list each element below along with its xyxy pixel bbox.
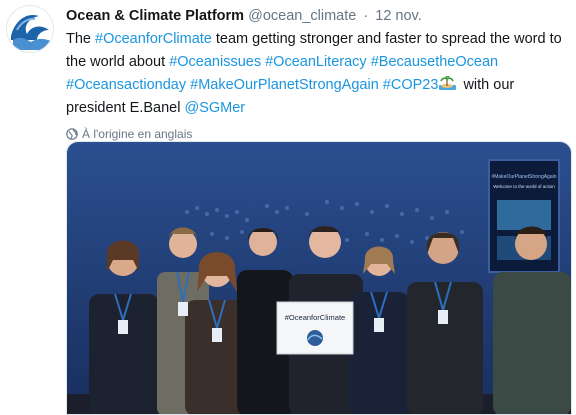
- hashtag-sign: #OceanforClimate: [276, 301, 354, 355]
- tweet[interactable]: Ocean & Climate Platform @ocean_climate …: [0, 0, 576, 415]
- hashtag-link[interactable]: #MakeOurPlanetStrongAgain: [190, 77, 379, 93]
- author-name[interactable]: Ocean & Climate Platform: [66, 8, 244, 24]
- island-emoji-icon: [439, 76, 457, 90]
- text-segment: The: [66, 31, 96, 47]
- tweet-date[interactable]: 12 nov.: [375, 8, 422, 24]
- hashtag-link[interactable]: #OceanLiteracy: [265, 54, 367, 70]
- globe-icon: [66, 128, 78, 140]
- sign-text: #OceanforClimate: [285, 313, 345, 322]
- hashtag-link[interactable]: #COP23: [383, 77, 439, 93]
- tweet-text: The #OceanforClimate team getting strong…: [66, 28, 572, 120]
- hashtag-link[interactable]: #BecausetheOcean: [371, 54, 498, 70]
- group-photo: #MakeOurPlanetStrongAgain Welcome to the…: [67, 142, 571, 414]
- avatar[interactable]: [6, 5, 54, 53]
- screen-title: #MakeOurPlanetStrongAgain: [491, 174, 556, 180]
- translate-label: À l'origine en anglais: [82, 127, 193, 141]
- tweet-content: Ocean & Climate Platform @ocean_climate …: [66, 6, 572, 142]
- mention-link[interactable]: @SGMer: [185, 100, 246, 116]
- hashtag-link[interactable]: #Oceanissues: [169, 54, 261, 70]
- tweet-header: Ocean & Climate Platform @ocean_climate …: [66, 6, 572, 26]
- wave-logo-icon: [7, 6, 53, 52]
- screen-image: [497, 200, 551, 230]
- translate-link[interactable]: À l'origine en anglais: [66, 126, 572, 142]
- tweet-photo[interactable]: #MakeOurPlanetStrongAgain Welcome to the…: [66, 141, 572, 415]
- hashtag-link[interactable]: #OceanforClimate: [95, 31, 212, 47]
- hashtag-link[interactable]: #Oceansactionday: [66, 77, 186, 93]
- separator-dot: ·: [363, 8, 369, 24]
- screen-caption: Welcome to the world of action: [493, 184, 555, 189]
- author-handle[interactable]: @ocean_climate: [248, 8, 356, 24]
